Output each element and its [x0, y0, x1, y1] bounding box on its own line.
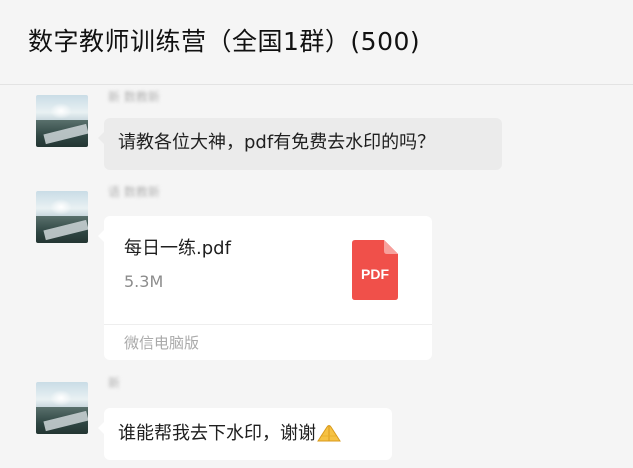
sender-avatar[interactable]	[36, 95, 88, 147]
file-name: 每日一练.pdf	[124, 238, 231, 259]
message-text: 谁能帮我去下水印，谢谢	[118, 421, 342, 446]
sender-name: 新 数教新	[108, 90, 160, 104]
message-list[interactable]: 新 数教新 请教各位大神，pdf有免费去水印的吗？ 语 数教新 每日一练.pdf…	[0, 85, 633, 468]
praying-hands-icon	[317, 425, 341, 442]
pdf-file-icon: PDF	[352, 240, 398, 300]
message-bubble[interactable]: 谁能帮我去下水印，谢谢	[98, 408, 392, 460]
file-source-label: 微信电脑版	[124, 334, 200, 352]
sender-name: 语 数教新	[108, 185, 160, 199]
sender-avatar[interactable]	[36, 382, 88, 434]
file-message-card[interactable]: 每日一练.pdf 5.3M PDF 微信电脑版	[98, 216, 432, 360]
sender-avatar[interactable]	[36, 191, 88, 243]
chat-title[interactable]: 数字教师训练营（全国1群）(500)	[28, 22, 420, 58]
file-size: 5.3M	[124, 272, 164, 291]
pdf-icon-label: PDF	[361, 266, 389, 282]
divider	[104, 324, 432, 325]
message-text-content: 谁能帮我去下水印，谢谢	[118, 423, 316, 444]
message-bubble[interactable]: 请教各位大神，pdf有免费去水印的吗？	[98, 118, 502, 170]
chat-header: 数字教师训练营（全国1群）(500)	[0, 0, 633, 85]
sender-name: 新	[108, 376, 121, 390]
message-text: 请教各位大神，pdf有免费去水印的吗？	[118, 132, 436, 153]
